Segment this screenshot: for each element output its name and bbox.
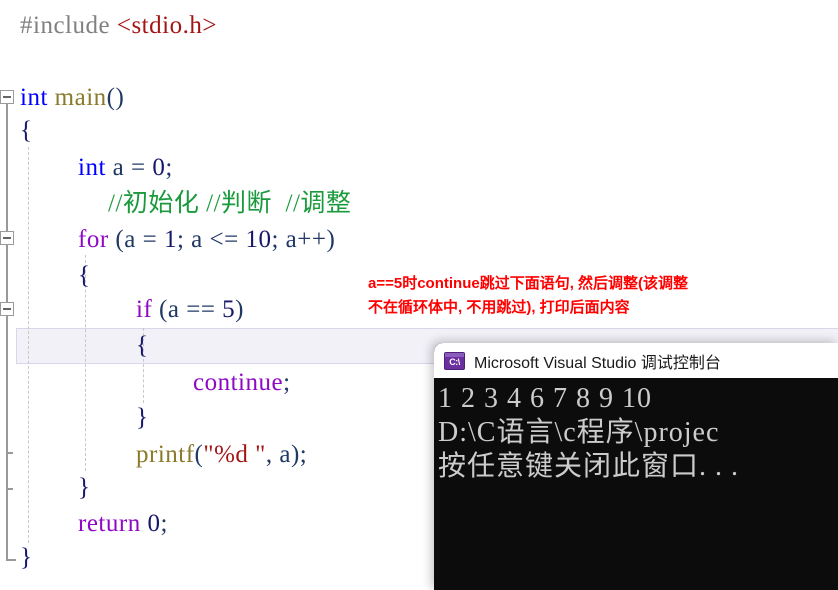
code-token: a (285, 226, 298, 253)
code-token: int (78, 154, 106, 181)
code-token: a (191, 226, 210, 253)
console-output-line: D:\C语言\c程序\projec (438, 417, 720, 448)
code-token: "%d " (203, 441, 266, 468)
console-output-line: 按任意键关闭此窗口. . . (438, 451, 740, 482)
code-token: <= (209, 226, 246, 253)
code-token: ; (165, 154, 173, 181)
debug-console-window[interactable]: C:\ Microsoft Visual Studio 调试控制台 1 2 3 … (434, 343, 838, 590)
code-token: ); (290, 441, 308, 468)
code-token: { (78, 262, 91, 289)
code-token: a (167, 296, 187, 323)
code-token: for (78, 226, 109, 253)
code-token: ++) (297, 226, 336, 253)
code-token: #include (20, 12, 117, 39)
code-token: 5 (222, 296, 236, 323)
code-token: } (20, 544, 33, 571)
code-token: } (78, 474, 91, 501)
code-token: a (124, 226, 143, 253)
code-token: if (136, 296, 153, 323)
red-annotation-text: a==5时continue跳过下面语句, 然后调整(该调整 不在循环体中, 不用… (368, 275, 689, 316)
console-terminal-icon: C:\ (444, 351, 465, 370)
console-output-line: 1 2 3 4 6 7 8 9 10 (438, 383, 652, 414)
code-token: 0 (140, 510, 161, 537)
code-token: a (279, 441, 291, 468)
code-token: } (136, 404, 149, 431)
code-editor[interactable]: #include <stdio.h> int main(){int a = 0; /… (0, 0, 838, 590)
code-line[interactable]: int a = 0; (0, 150, 838, 186)
code-token: == (186, 296, 223, 323)
code-token: printf (136, 441, 195, 468)
code-token: = (142, 226, 164, 253)
code-token: main (47, 84, 107, 111)
console-output-area[interactable]: 1 2 3 4 6 7 8 9 10 D:\C语言\c程序\projec 按任意键关… (434, 378, 838, 590)
code-token: () (106, 84, 125, 111)
code-token: ( (152, 296, 168, 323)
code-token: ) (235, 296, 244, 323)
code-token: 10 (245, 226, 272, 253)
code-token: , (265, 441, 280, 468)
code-token: ; (283, 369, 291, 396)
code-line[interactable]: //初始化 //判断 //调整 (0, 186, 838, 222)
code-token: { (20, 117, 33, 144)
code-token: ; (176, 226, 192, 253)
code-token: a (105, 154, 132, 181)
code-line[interactable]: { (0, 113, 838, 149)
code-token: return (78, 510, 141, 537)
code-token: 1 (163, 226, 177, 253)
code-token: //初始化 //判断 //调整 (108, 190, 352, 217)
code-token: ; (271, 226, 286, 253)
code-token: ( (108, 226, 125, 253)
code-token: <stdio.h> (116, 12, 217, 39)
code-token: continue (193, 369, 284, 396)
code-token: { (136, 332, 149, 359)
code-line[interactable] (0, 44, 838, 80)
console-icon-glyph: C:\ (449, 356, 460, 367)
code-token: 0 (152, 154, 166, 181)
code-token: = (131, 154, 153, 181)
console-titlebar[interactable]: C:\ Microsoft Visual Studio 调试控制台 (434, 343, 838, 378)
code-token: ; (160, 510, 168, 537)
code-token: int (20, 84, 48, 111)
code-line[interactable]: #include <stdio.h> (0, 8, 838, 44)
code-token: ( (194, 441, 204, 468)
code-line[interactable]: for (a = 1; a <= 10; a++) (0, 222, 838, 258)
code-line[interactable]: int main() (0, 80, 838, 116)
console-title-label: Microsoft Visual Studio 调试控制台 (474, 354, 721, 372)
